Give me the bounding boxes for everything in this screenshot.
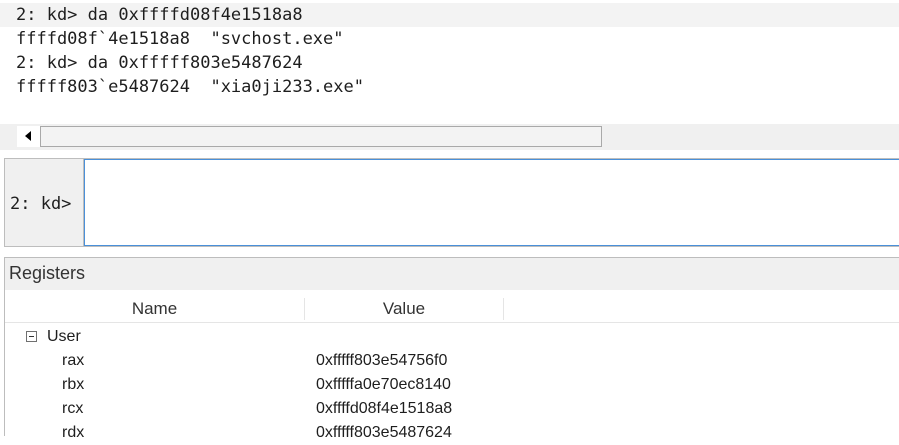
register-value[interactable]: 0xfffff803e54756f0 bbox=[316, 349, 447, 373]
output-line: 2: kd> da 0xffffd08f4e1518a8 bbox=[0, 3, 899, 27]
register-name[interactable]: rdx bbox=[62, 421, 84, 445]
register-name[interactable]: rcx bbox=[62, 397, 83, 421]
registers-title: Registers bbox=[9, 263, 86, 283]
register-name[interactable]: rax bbox=[62, 349, 84, 373]
register-value[interactable]: 0xfffff803e5487624 bbox=[316, 421, 452, 445]
register-value[interactable]: 0xffffd08f4e1518a8 bbox=[316, 397, 452, 421]
register-name[interactable]: rbx bbox=[62, 373, 84, 397]
command-prompt: 2: kd> bbox=[10, 194, 72, 214]
command-input[interactable] bbox=[84, 159, 899, 246]
collapse-icon[interactable] bbox=[26, 331, 37, 342]
column-header-value[interactable]: Value bbox=[305, 296, 503, 322]
column-divider[interactable] bbox=[503, 298, 504, 320]
output-line: ffffd08f`4e1518a8 "svchost.exe" bbox=[16, 29, 344, 49]
output-line: fffff803`e5487624 "xia0ji233.exe" bbox=[16, 77, 364, 97]
column-header-name[interactable]: Name bbox=[5, 296, 304, 322]
output-line: 2: kd> da 0xfffff803e5487624 bbox=[16, 53, 303, 73]
registers-title-bar bbox=[5, 258, 899, 290]
scroll-left-arrow-icon[interactable] bbox=[17, 126, 41, 147]
register-group-label[interactable]: User bbox=[47, 325, 81, 349]
horizontal-scrollbar-thumb[interactable] bbox=[17, 126, 602, 147]
register-value[interactable]: 0xfffffa0e70ec8140 bbox=[316, 373, 451, 397]
